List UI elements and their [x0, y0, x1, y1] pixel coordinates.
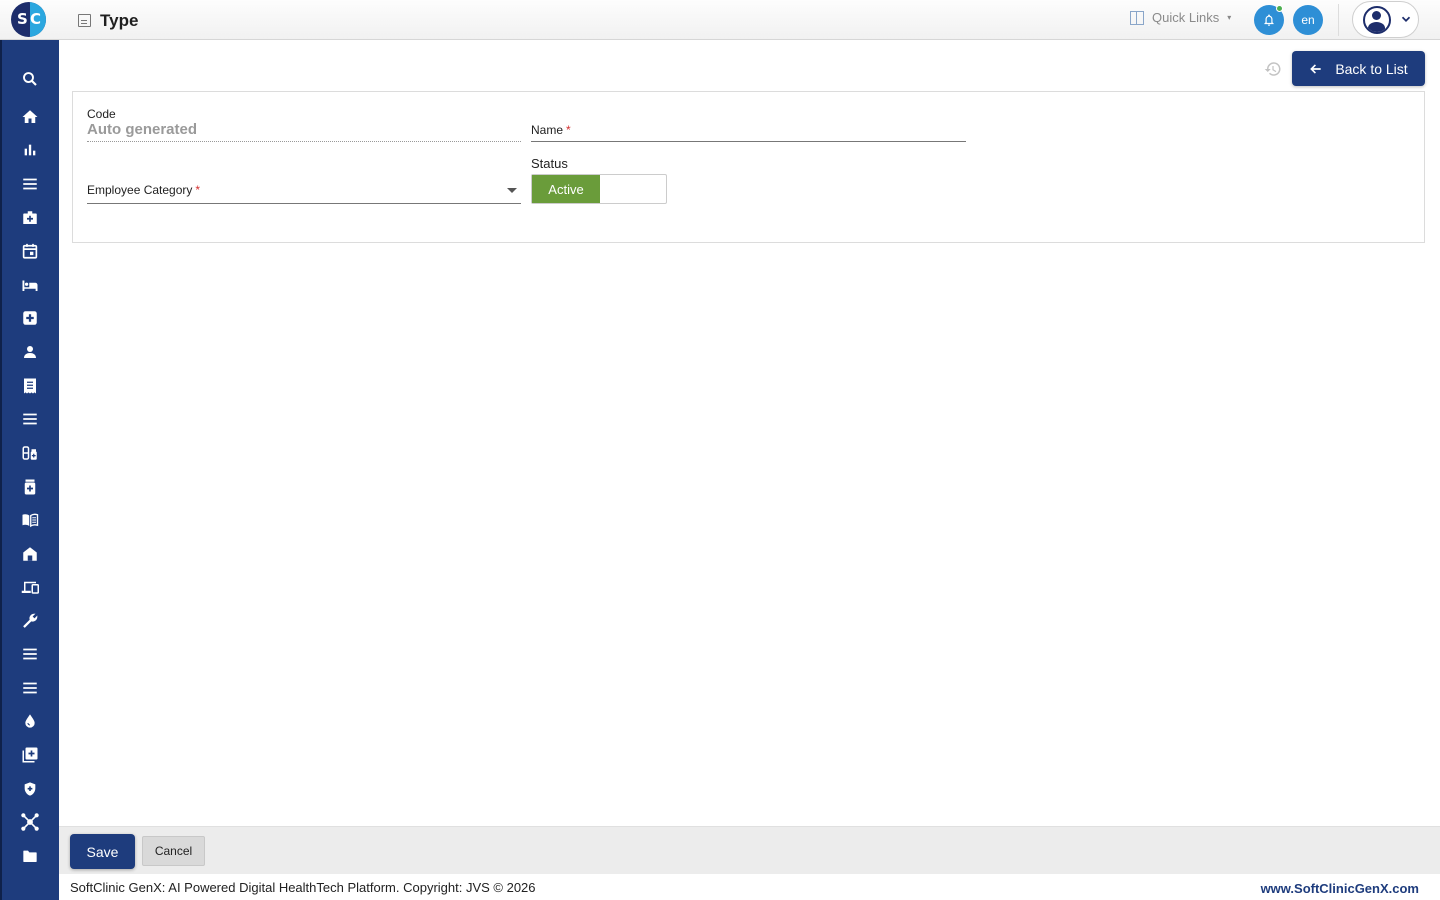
receipt-icon[interactable]: [19, 375, 41, 397]
app-logo[interactable]: S C: [11, 2, 46, 37]
back-to-list-label: Back to List: [1335, 60, 1408, 77]
page-title: Type: [100, 11, 139, 30]
chevron-down-icon: [1401, 16, 1411, 22]
save-button[interactable]: Save: [70, 834, 135, 869]
required-asterisk: *: [566, 123, 571, 137]
language-button[interactable]: en: [1293, 5, 1323, 35]
page-icon: [78, 14, 91, 27]
quick-links-label: Quick Links: [1152, 10, 1220, 25]
wrench-icon[interactable]: [19, 610, 41, 632]
avatar: [1363, 6, 1391, 34]
status-label: Status: [531, 156, 568, 171]
sidebar: [0, 40, 59, 900]
quick-links-menu[interactable]: Quick Links ▾: [1130, 10, 1231, 25]
notification-dot: [1276, 5, 1283, 12]
person-icon[interactable]: [19, 341, 41, 363]
blood-drop-icon[interactable]: [19, 710, 41, 732]
employee-category-label: Employee Category *: [87, 183, 200, 197]
name-label: Name *: [531, 123, 571, 137]
medical-plus-icon[interactable]: [19, 307, 41, 329]
search-icon[interactable]: [19, 68, 41, 90]
name-input[interactable]: [531, 141, 966, 142]
gift-icon: [1130, 10, 1144, 25]
medicine-bottle-icon[interactable]: [19, 476, 41, 498]
name-label-text: Name: [531, 123, 564, 137]
dropdown-caret-icon[interactable]: [507, 188, 517, 193]
back-to-list-button[interactable]: Back to List: [1292, 51, 1425, 86]
bed-icon[interactable]: [19, 274, 41, 296]
bar-chart-icon[interactable]: [19, 139, 41, 161]
store-icon[interactable]: [19, 543, 41, 565]
network-icon[interactable]: [19, 811, 41, 833]
caret-down-icon: ▾: [1227, 13, 1232, 22]
history-icon[interactable]: [1264, 60, 1282, 78]
bell-icon: [1264, 14, 1274, 26]
cancel-button[interactable]: Cancel: [142, 836, 205, 866]
menu-alt-icon[interactable]: [19, 677, 41, 699]
employee-category-label-text: Employee Category: [87, 183, 193, 197]
devices-icon[interactable]: [19, 576, 41, 598]
form-action-bar: Save Cancel: [59, 826, 1440, 874]
type-form: Code Auto generated Name * Employee Categ…: [72, 91, 1425, 243]
list-icon[interactable]: [19, 408, 41, 430]
required-asterisk: *: [195, 183, 201, 197]
code-value: Auto generated: [87, 121, 198, 138]
logo-letter-c: C: [30, 10, 42, 28]
menu-icon[interactable]: [19, 173, 41, 195]
folder-icon[interactable]: [19, 845, 41, 867]
logo-letter-s: S: [17, 10, 28, 28]
status-toggle-active[interactable]: Active: [532, 175, 600, 203]
lines-icon[interactable]: [19, 643, 41, 665]
footer-website-link[interactable]: www.SoftClinicGenX.com: [1261, 881, 1419, 896]
main-content: Back to List Code Auto generated Name * E…: [59, 40, 1440, 826]
add-box-icon[interactable]: [19, 744, 41, 766]
employee-category-select[interactable]: [87, 203, 521, 204]
code-label: Code: [87, 107, 116, 121]
code-field-underline: [87, 141, 521, 142]
arrow-left-icon: [1310, 63, 1321, 74]
pharmacy-icon[interactable]: [19, 442, 41, 464]
home-icon[interactable]: [19, 106, 41, 128]
medical-bag-icon[interactable]: [19, 207, 41, 229]
status-toggle[interactable]: Active: [531, 174, 667, 204]
top-bar: S C Type Quick Links ▾ en: [0, 0, 1440, 40]
footer: SoftClinic GenX: AI Powered Digital Heal…: [59, 874, 1440, 900]
shield-plus-icon[interactable]: [19, 778, 41, 800]
book-icon[interactable]: [19, 509, 41, 531]
calendar-icon[interactable]: [19, 240, 41, 262]
user-menu-button[interactable]: [1352, 1, 1419, 38]
footer-copyright: SoftClinic GenX: AI Powered Digital Heal…: [70, 880, 536, 895]
header-divider: [1338, 4, 1339, 36]
